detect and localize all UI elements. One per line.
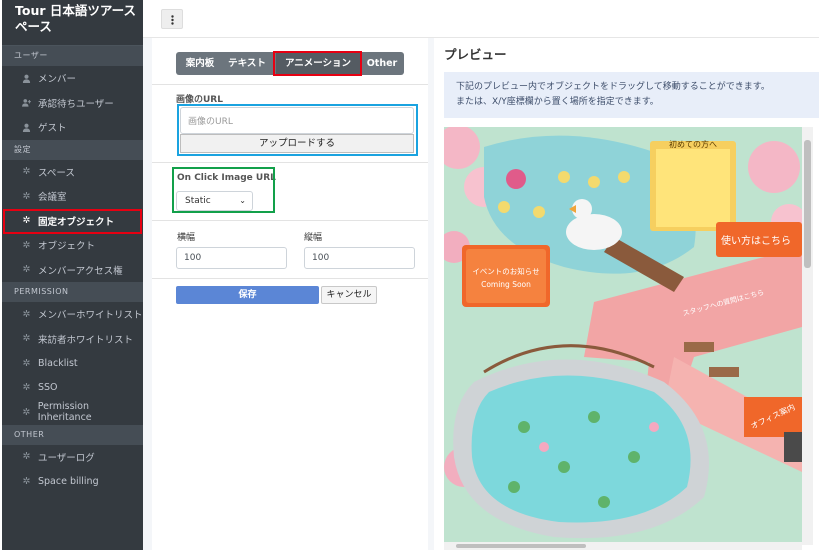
sidebar-item-label: メンバーアクセス権 <box>38 265 123 277</box>
preview-horizontal-scroll-thumb[interactable] <box>456 544 586 548</box>
tab-text[interactable]: テキスト <box>222 52 272 75</box>
preview-vertical-scroll-thumb[interactable] <box>804 140 811 268</box>
annotation-highlight-animation-tab <box>273 51 362 76</box>
gear-icon: ✲ <box>22 239 31 251</box>
gear-icon: ✲ <box>22 357 31 369</box>
sidebar-item-object[interactable]: ✲ オブジェクト <box>2 233 143 258</box>
sign-event: イベントのお知らせ <box>472 266 539 276</box>
sidebar-item-label: オブジェクト <box>38 241 96 253</box>
user-icon <box>22 74 31 83</box>
user-lock-icon <box>22 123 31 132</box>
sidebar-item-label: Blacklist <box>38 357 78 369</box>
height-input[interactable]: 100 <box>304 247 415 269</box>
section-header-settings: 設定 <box>2 139 143 160</box>
topbar <box>143 0 819 38</box>
sidebar-item-label: メンバー <box>38 74 77 86</box>
section-header-other: OTHER <box>2 424 143 445</box>
tab-guide-board[interactable]: 案内板 <box>178 52 222 75</box>
section-header-user: ユーザー <box>2 46 143 66</box>
cancel-button[interactable]: キャンセル <box>321 286 377 304</box>
sidebar-item-user-log[interactable]: ✲ ユーザーログ <box>2 445 143 470</box>
sidebar-item-label: メンバーホワイトリスト <box>38 310 143 322</box>
width-input[interactable]: 100 <box>176 247 287 269</box>
width-label: 横幅 <box>177 233 196 243</box>
sidebar-item-label: Permission Inheritance <box>37 401 92 424</box>
sidebar-item-label: SSO <box>38 382 58 394</box>
gear-icon: ✲ <box>22 190 31 202</box>
gear-icon: ✲ <box>22 166 31 178</box>
user-plus-icon <box>22 98 31 107</box>
height-label: 縦幅 <box>304 233 323 243</box>
menu-button[interactable] <box>161 9 183 29</box>
preview-canvas[interactable]: 初めての方へ 使い方はこちら イベントのお知らせ Coming Soon スタッ… <box>444 127 802 545</box>
tab-other[interactable]: Other <box>362 52 402 75</box>
sidebar-item-label: スペース <box>38 167 75 179</box>
preview-info-line-2: または、X/Y座標欄から置く場所を指定できます。 <box>456 97 659 107</box>
sidebar-item-member-access[interactable]: ✲ メンバーアクセス権 <box>2 258 143 283</box>
sidebar-item-blacklist[interactable]: ✲ Blacklist <box>2 351 143 376</box>
sign-coming-soon: Coming Soon <box>481 280 531 289</box>
sidebar-item-label: 承認待ちユーザー <box>38 98 114 110</box>
kebab-icon <box>170 10 174 29</box>
divider <box>152 162 428 163</box>
annotation-highlight-fixed-object <box>3 209 142 234</box>
brand-line-1: Tour 日本語ツアース <box>15 3 136 18</box>
preview-info-line-1: 下記のプレビュー内でオブジェクトをドラッグして移動することができます。 <box>456 82 770 92</box>
gear-icon: ✲ <box>22 475 31 487</box>
sidebar-item-label: 来訪者ホワイトリスト <box>38 334 134 346</box>
sidebar-item-meeting-room[interactable]: ✲ 会議室 <box>2 184 143 209</box>
sign-first-time: 初めての方へ <box>669 139 717 149</box>
sidebar-item-label: ユーザーログ <box>38 452 95 464</box>
divider <box>152 220 428 221</box>
section-header-permission: PERMISSION <box>2 282 143 302</box>
sidebar-item-space-billing[interactable]: ✲ Space billing <box>2 469 143 494</box>
preview-scene: 初めての方へ 使い方はこちら イベントのお知らせ Coming Soon スタッ… <box>444 127 802 545</box>
sidebar-item-permission-inheritance[interactable]: ✲ Permission Inheritance <box>2 400 143 425</box>
sidebar-item-label: 会議室 <box>38 192 67 204</box>
sign-how-to: 使い方はこちら <box>721 234 791 247</box>
gear-icon: ✲ <box>22 264 31 276</box>
save-button[interactable]: 保存 <box>176 286 319 304</box>
sidebar: Tour 日本語ツアース ペース ユーザー メンバー 承認待ちユーザー ゲスト … <box>2 0 143 550</box>
gear-icon: ✲ <box>22 333 31 345</box>
divider <box>152 278 428 279</box>
divider <box>152 84 428 85</box>
preview-title: プレビュー <box>444 47 507 62</box>
sidebar-item-space[interactable]: ✲ スペース <box>2 160 143 185</box>
gear-icon: ✲ <box>22 308 31 320</box>
brand-line-2: ペース <box>15 19 52 34</box>
preview-info-box: 下記のプレビュー内でオブジェクトをドラッグして移動することができます。 または、… <box>444 72 819 118</box>
sidebar-item-sso[interactable]: ✲ SSO <box>2 376 143 401</box>
annotation-highlight-onclick <box>172 167 275 213</box>
annotation-highlight-image-url <box>177 104 418 156</box>
gear-icon: ✲ <box>22 406 31 418</box>
sidebar-item-member-whitelist[interactable]: ✲ メンバーホワイトリスト <box>2 302 143 327</box>
gear-icon: ✲ <box>22 451 31 463</box>
app-root: Tour 日本語ツアース ペース ユーザー メンバー 承認待ちユーザー ゲスト … <box>0 0 819 550</box>
sidebar-item-label: Space billing <box>38 475 99 487</box>
sidebar-item-guests[interactable]: ゲスト <box>2 115 143 140</box>
sidebar-item-label: ゲスト <box>38 123 67 135</box>
sidebar-item-pending-users[interactable]: 承認待ちユーザー <box>2 91 143 116</box>
sidebar-item-visitor-whitelist[interactable]: ✲ 来訪者ホワイトリスト <box>2 327 143 352</box>
brand-title[interactable]: Tour 日本語ツアース ペース <box>2 0 143 46</box>
gear-icon: ✲ <box>22 382 31 394</box>
sidebar-item-members[interactable]: メンバー <box>2 66 143 91</box>
